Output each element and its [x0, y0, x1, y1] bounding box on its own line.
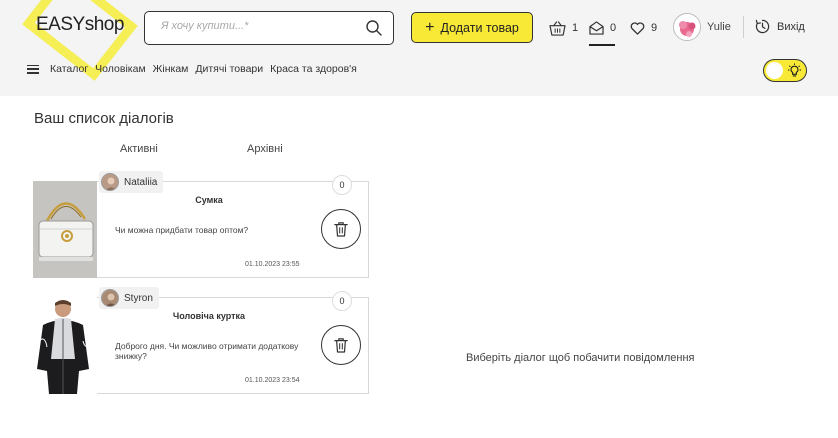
delete-dialog-button[interactable] [321, 209, 361, 249]
envelope-icon [589, 21, 604, 35]
author-avatar [101, 173, 119, 191]
dialog-product-title: Чоловіча куртка [172, 311, 246, 321]
dialog-date: 01.10.2023 23:55 [245, 261, 300, 268]
lightbulb-icon [787, 63, 802, 77]
add-product-label: Додати товар [440, 20, 519, 35]
product-thumbnail-jacket [33, 297, 97, 394]
basket-icon [549, 20, 566, 36]
category-menu: Каталог Чоловікам Жінкам Дитячі товари К… [27, 63, 357, 75]
author-name: Styron [124, 292, 153, 304]
user-name[interactable]: Yulie [707, 21, 731, 33]
category-catalog[interactable]: Каталог [50, 63, 88, 75]
category-beauty[interactable]: Краса та здоров'я [270, 63, 357, 75]
tab-archive[interactable]: Архівні [247, 143, 283, 155]
dialog-item[interactable]: Nataliia 0 Сумка Чи можна придбати товар… [33, 171, 369, 278]
dialog-last-message: Доброго дня. Чи можливо отримати додатко… [115, 341, 299, 361]
unread-count-badge: 0 [332, 291, 352, 311]
divider [743, 16, 744, 38]
favorites-count: 9 [651, 22, 658, 34]
dialog-date: 01.10.2023 23:54 [245, 377, 300, 384]
dialog-last-message: Чи можна придбати товар оптом? [115, 225, 249, 235]
tab-active[interactable]: Активні [120, 143, 158, 155]
messages-count: 0 [610, 22, 617, 34]
search-icon[interactable] [365, 19, 383, 37]
logo-sub: shop [84, 14, 125, 35]
cart-count: 1 [572, 22, 579, 34]
cart-link[interactable]: 1 [549, 19, 578, 37]
unread-count-badge: 0 [332, 175, 352, 195]
heart-icon [630, 21, 645, 35]
avatar-image [674, 14, 700, 40]
theme-toggle[interactable] [763, 59, 807, 82]
toggle-knob [766, 62, 783, 79]
logout-link[interactable]: Вихід [755, 19, 805, 34]
logout-label: Вихід [777, 20, 805, 33]
trash-icon [334, 338, 348, 353]
delete-dialog-button[interactable] [321, 325, 361, 365]
user-avatar[interactable] [673, 13, 701, 41]
active-indicator [589, 44, 615, 46]
category-kids[interactable]: Дитячі товари [195, 63, 263, 75]
author-avatar [101, 289, 119, 307]
empty-state-message: Виберіть діалог щоб побачити повідомленн… [466, 352, 695, 364]
plus-icon: + [425, 18, 435, 36]
top-header: EASYshop + Додати товар 1 0 [0, 0, 838, 96]
dialog-item[interactable]: Styron 0 Чоловіча куртка Доброго дня. Чи… [33, 287, 369, 394]
search-box [144, 11, 394, 45]
dialog-author: Styron [99, 287, 159, 309]
logo-main: EASY [36, 14, 85, 35]
site-logo[interactable]: EASYshop [22, 0, 138, 81]
page-title: Ваш список діалогів [34, 110, 174, 127]
author-name: Nataliia [124, 176, 158, 188]
logout-icon [755, 19, 770, 34]
menu-icon[interactable] [27, 64, 39, 74]
category-men[interactable]: Чоловікам [95, 63, 146, 75]
favorites-link[interactable]: 9 [630, 19, 657, 37]
trash-icon [334, 222, 348, 237]
search-input[interactable] [161, 20, 351, 32]
product-thumbnail-bag [33, 181, 97, 278]
messages-link[interactable]: 0 [589, 19, 616, 37]
add-product-button[interactable]: + Додати товар [411, 12, 533, 43]
dialog-author: Nataliia [99, 171, 164, 193]
category-women[interactable]: Жінкам [153, 63, 189, 75]
dialog-product-title: Сумка [195, 195, 223, 205]
